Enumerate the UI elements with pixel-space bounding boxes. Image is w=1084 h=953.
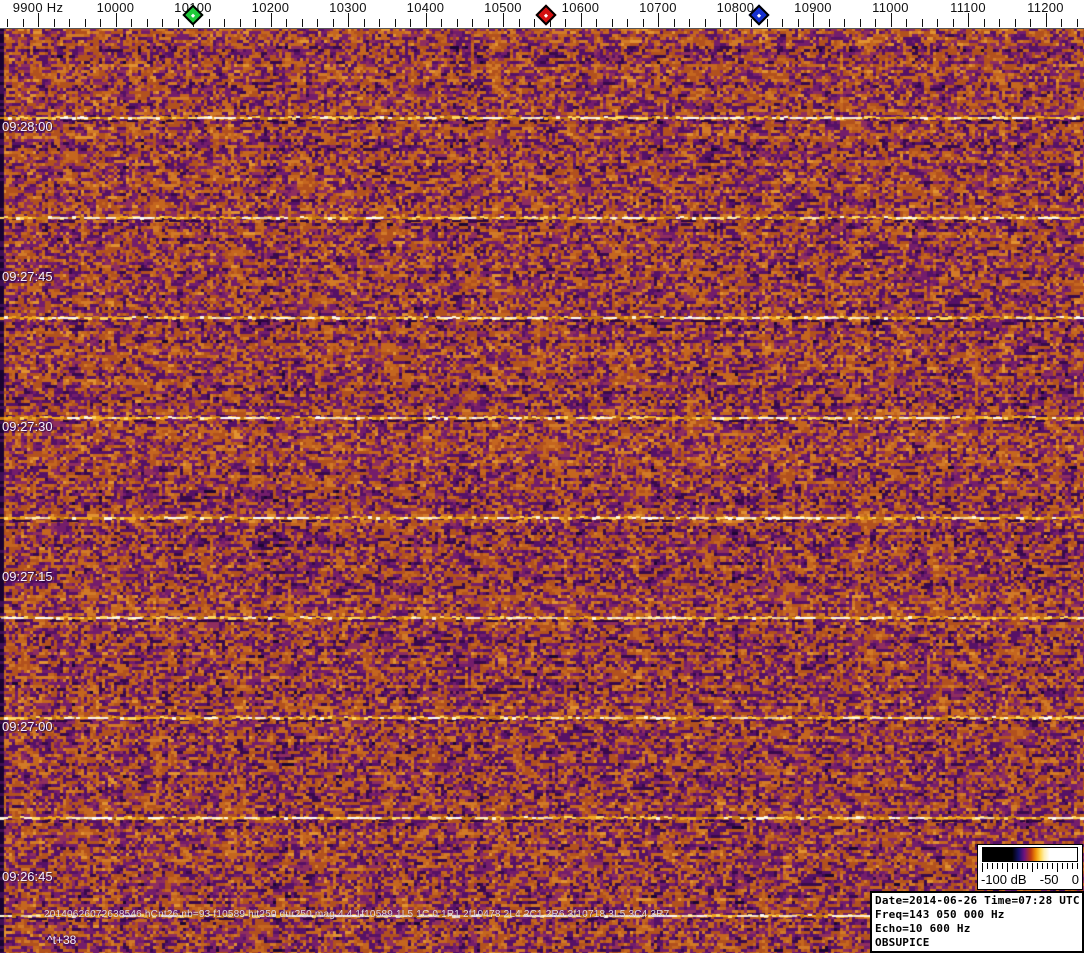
freq-tick <box>627 19 628 27</box>
colorbar-label-max: 0 <box>1071 872 1079 887</box>
freq-tick <box>456 19 458 27</box>
freq-tick <box>38 13 39 27</box>
freq-tick <box>69 19 70 27</box>
freq-tick <box>441 19 442 27</box>
freq-tick <box>704 19 706 27</box>
spectrogram-window: 9900 Hz100001010010200103001040010500106… <box>0 0 1084 953</box>
time-tick-label: 09:27:15 <box>2 569 53 584</box>
freq-tick <box>999 19 1000 27</box>
freq-tick <box>472 19 473 27</box>
freq-tick <box>518 19 520 27</box>
freq-tick <box>642 19 644 27</box>
freq-tick <box>1014 19 1016 27</box>
freq-tick <box>115 13 117 27</box>
marker-red-diamond[interactable] <box>535 4 557 26</box>
freq-tick <box>1076 19 1078 27</box>
time-tick-label: 09:26:45 <box>2 869 53 884</box>
spectrogram-waterfall[interactable] <box>0 28 1084 953</box>
observation-info-box: Date=2014-06-26 Time=07:28 UTC Freq=143 … <box>870 891 1084 953</box>
freq-tick <box>906 19 907 27</box>
freq-tick <box>100 19 101 27</box>
freq-tick <box>286 19 287 27</box>
freq-tick <box>534 19 535 27</box>
freq-tick <box>689 19 690 27</box>
freq-tick <box>487 19 489 27</box>
freq-tick <box>937 19 938 27</box>
time-tick-label: 09:27:30 <box>2 419 53 434</box>
freq-tick <box>766 19 768 27</box>
freq-tick <box>22 19 24 27</box>
intensity-colorbar: -100 dB -50 0 <box>977 844 1083 890</box>
freq-tick <box>53 19 55 27</box>
freq-tick <box>735 13 737 27</box>
freq-tick <box>828 19 830 27</box>
freq-tick <box>224 19 225 27</box>
freq-tick <box>379 19 380 27</box>
colorbar-label-mid: -50 <box>1039 872 1059 887</box>
freq-tick <box>844 19 845 27</box>
freq-tick <box>301 19 303 27</box>
freq-tick <box>131 19 132 27</box>
freq-tick <box>394 19 396 27</box>
freq-tick <box>348 13 349 27</box>
freq-tick <box>239 19 241 27</box>
info-station: OBSUPICE <box>875 936 930 949</box>
freq-tick <box>162 19 163 27</box>
freq-tick <box>875 19 876 27</box>
freq-tick <box>410 19 411 27</box>
time-tick-label: 09:27:45 <box>2 269 53 284</box>
freq-tick <box>859 19 861 27</box>
freq-tick <box>317 19 318 27</box>
freq-tick <box>673 19 675 27</box>
frequency-ruler[interactable]: 9900 Hz100001010010200103001040010500106… <box>0 0 1084 29</box>
marker-center-dot <box>756 12 761 18</box>
freq-tick <box>968 13 969 27</box>
info-date-time: Date=2014-06-26 Time=07:28 UTC <box>875 894 1080 907</box>
freq-tick <box>596 19 597 27</box>
freq-tick <box>952 19 954 27</box>
colorbar-tick-marks <box>982 863 1078 872</box>
marker-center-dot <box>190 12 196 18</box>
info-frequency: Freq=143 050 000 Hz <box>875 908 1005 921</box>
freq-tick <box>921 19 923 27</box>
freq-tick <box>782 19 783 27</box>
colorbar-labels: -100 dB -50 0 <box>981 872 1079 887</box>
freq-tick <box>983 19 985 27</box>
delta-t-label: ^t+38 <box>47 933 77 947</box>
freq-tick <box>720 19 721 27</box>
freq-tick <box>797 19 799 27</box>
freq-tick <box>503 13 504 27</box>
freq-tick <box>363 19 365 27</box>
freq-tick <box>146 19 148 27</box>
freq-tick <box>1045 13 1047 27</box>
freq-tick <box>611 19 613 27</box>
freq-tick <box>890 13 892 27</box>
time-tick-label: 09:27:00 <box>2 719 53 734</box>
freq-tick <box>255 19 256 27</box>
detection-annotation-text: 20140626072638546 hCnt26 nb=93 f10589 hi… <box>44 909 670 920</box>
freq-tick <box>565 19 566 27</box>
freq-tick <box>751 19 752 27</box>
time-tick-label: 09:28:00 <box>2 119 53 134</box>
freq-tick <box>7 19 8 27</box>
freq-tick <box>270 13 272 27</box>
freq-tick <box>813 13 814 27</box>
freq-tick <box>1061 19 1062 27</box>
colorbar-gradient <box>982 847 1078 862</box>
colorbar-label-min: -100 dB <box>981 872 1027 887</box>
freq-tick <box>84 19 86 27</box>
freq-tick <box>332 19 334 27</box>
freq-tick <box>1030 19 1031 27</box>
marker-center-dot <box>543 12 548 18</box>
freq-tick <box>425 13 427 27</box>
info-echo: Echo=10 600 Hz <box>875 922 971 935</box>
freq-tick <box>658 13 659 27</box>
freq-tick <box>177 19 179 27</box>
freq-tick <box>580 13 582 27</box>
freq-tick <box>208 19 210 27</box>
